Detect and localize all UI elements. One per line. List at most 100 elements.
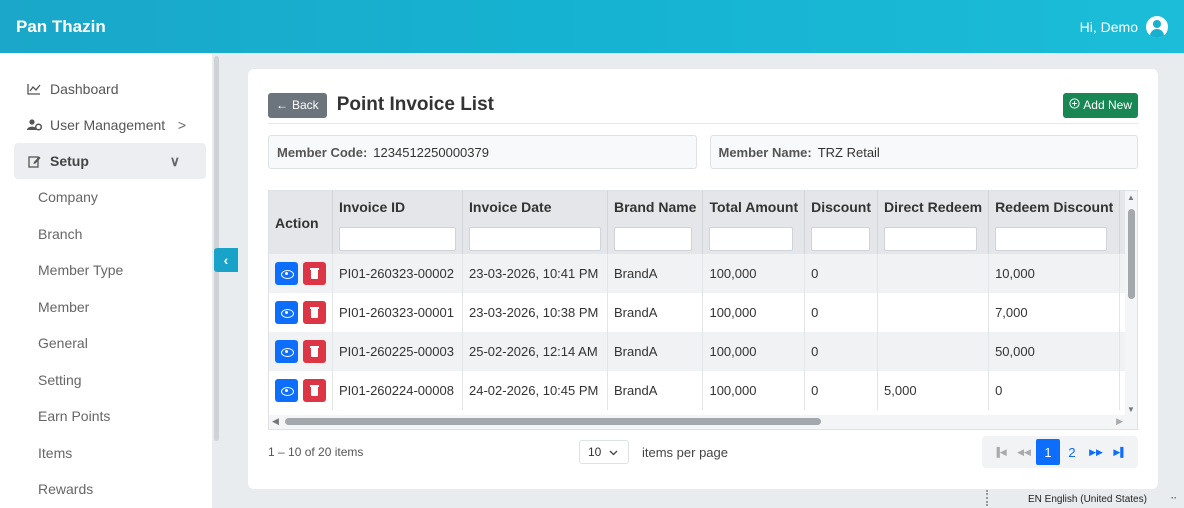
page-size-value: 10 bbox=[588, 445, 602, 459]
action-cell bbox=[269, 254, 333, 293]
filter-input-brand-name[interactable] bbox=[614, 227, 692, 251]
sidebar-subitem-company[interactable]: Company bbox=[0, 179, 212, 216]
filter-input-direct-redeem[interactable] bbox=[884, 227, 978, 251]
invoice-card: ← Back Point Invoice List Add New Member… bbox=[248, 69, 1158, 489]
sidebar-subitem-earn-points[interactable]: Earn Points bbox=[0, 398, 212, 435]
table-vertical-scrollbar[interactable]: ▲ ▼ bbox=[1125, 191, 1137, 416]
add-new-button[interactable]: Add New bbox=[1063, 92, 1138, 118]
table-row[interactable]: PI01-260225-00003 25-02-2026, 12:14 AM B… bbox=[269, 332, 1137, 371]
view-button[interactable] bbox=[275, 301, 298, 324]
cell-invoice-date: 24-02-2026, 10:45 PM bbox=[462, 371, 608, 410]
sidebar-item-label: Setup bbox=[50, 153, 89, 169]
column-header-discount[interactable]: Discount bbox=[804, 191, 879, 254]
first-page-icon[interactable]: ▐◀ bbox=[988, 439, 1012, 465]
cell-invoice-id: PI01-260323-00002 bbox=[332, 254, 463, 293]
filter-input-redeem-discount[interactable] bbox=[995, 227, 1108, 251]
cell-discount: 0 bbox=[804, 293, 879, 332]
table-row[interactable]: PI01-260224-00008 24-02-2026, 10:45 PM B… bbox=[269, 371, 1137, 410]
page-title: Point Invoice List bbox=[336, 94, 494, 115]
last-page-icon[interactable]: ▶▌ bbox=[1108, 439, 1132, 465]
edit-icon bbox=[26, 155, 42, 168]
sidebar-item-label: User Management bbox=[50, 117, 166, 133]
horizontal-scroll-thumb[interactable] bbox=[285, 418, 821, 425]
table-row[interactable]: PI01-260323-00002 23-03-2026, 10:41 PM B… bbox=[269, 254, 1137, 293]
scroll-down-icon[interactable]: ▼ bbox=[1127, 405, 1135, 414]
scroll-left-icon[interactable]: ◀ bbox=[272, 416, 279, 427]
column-header-invoice-date[interactable]: Invoice Date bbox=[462, 191, 608, 254]
column-header-total-amount[interactable]: Total Amount bbox=[702, 191, 806, 254]
sidebar-item-dashboard[interactable]: Dashboard bbox=[0, 71, 212, 107]
table-horizontal-scrollbar[interactable]: ◀ ▶ bbox=[269, 415, 1137, 429]
filter-input-total-amount[interactable] bbox=[709, 227, 794, 251]
sidebar-subitem-member[interactable]: Member bbox=[0, 289, 212, 326]
scroll-right-icon[interactable]: ▶ bbox=[1116, 416, 1123, 427]
next-pages-icon[interactable]: ▶▶ bbox=[1084, 439, 1108, 465]
cell-discount: 0 bbox=[804, 254, 879, 293]
delete-button[interactable] bbox=[303, 301, 326, 324]
column-label: Total Amount bbox=[709, 199, 799, 215]
back-button[interactable]: ← Back bbox=[268, 92, 327, 118]
member-name-field: Member Name: TRZ Retail bbox=[709, 135, 1138, 169]
column-header-direct-redeem[interactable]: Direct Redeem bbox=[877, 191, 990, 254]
resize-grip-icon: ⠒ bbox=[1170, 494, 1178, 505]
delete-button[interactable] bbox=[303, 379, 326, 402]
sidebar-subitem-rewards[interactable]: Rewards bbox=[0, 471, 212, 508]
previous-pages-icon[interactable]: ◀◀ bbox=[1012, 439, 1036, 465]
sidebar-subitem-setting[interactable]: Setting bbox=[0, 362, 212, 399]
view-button[interactable] bbox=[275, 262, 298, 285]
column-label: Invoice ID bbox=[339, 199, 406, 215]
delete-button[interactable] bbox=[303, 262, 326, 285]
cell-invoice-id: PI01-260323-00001 bbox=[332, 293, 463, 332]
cell-invoice-id: PI01-260225-00003 bbox=[332, 332, 463, 371]
member-info: Member Code: 1234512250000379 Member Nam… bbox=[268, 135, 1138, 169]
filter-input-invoice-date[interactable] bbox=[469, 227, 601, 251]
cell-brand-name: BrandA bbox=[607, 254, 704, 293]
sidebar-item-setup[interactable]: Setup ∨ bbox=[14, 143, 206, 179]
table-row[interactable]: PI01-260323-00001 23-03-2026, 10:38 PM B… bbox=[269, 293, 1137, 332]
sidebar-collapse-button[interactable]: ‹ bbox=[214, 248, 238, 272]
sidebar-subitem-member-type[interactable]: Member Type bbox=[0, 252, 212, 289]
cell-total-amount: 100,000 bbox=[702, 371, 806, 410]
cell-brand-name: BrandA bbox=[607, 371, 704, 410]
chevron-right-icon: > bbox=[177, 117, 186, 133]
cell-direct-redeem bbox=[877, 332, 990, 371]
sidebar-subitem-items[interactable]: Items bbox=[0, 435, 212, 472]
cell-brand-name: BrandA bbox=[607, 332, 704, 371]
cell-direct-redeem: 5,000 bbox=[877, 371, 990, 410]
language-indicator[interactable]: EN English (United States) bbox=[1028, 494, 1147, 505]
sidebar-subitem-general[interactable]: General bbox=[0, 325, 212, 362]
vertical-scroll-thumb[interactable] bbox=[1128, 209, 1135, 299]
plus-circle-icon bbox=[1069, 98, 1080, 112]
invoice-table: Action Invoice ID Invoice Date Brand Nam… bbox=[268, 190, 1138, 430]
sidebar-scrollbar[interactable] bbox=[214, 56, 220, 508]
page-button-1[interactable]: 1 bbox=[1036, 439, 1060, 465]
action-cell bbox=[269, 293, 333, 332]
cell-invoice-date: 23-03-2026, 10:38 PM bbox=[462, 293, 608, 332]
cell-redeem-discount: 50,000 bbox=[988, 332, 1121, 371]
column-header-brand-name[interactable]: Brand Name bbox=[607, 191, 704, 254]
add-new-label: Add New bbox=[1083, 98, 1132, 112]
delete-button[interactable] bbox=[303, 340, 326, 363]
cell-discount: 0 bbox=[804, 371, 879, 410]
column-header-redeem-discount[interactable]: Redeem Discount bbox=[988, 191, 1121, 254]
user-menu[interactable]: Hi, Demo bbox=[1079, 15, 1168, 38]
brand-name[interactable]: Pan Thazin bbox=[16, 17, 106, 37]
user-avatar-icon[interactable] bbox=[1146, 15, 1168, 38]
view-button[interactable] bbox=[275, 379, 298, 402]
action-cell bbox=[269, 371, 333, 410]
page-button-2[interactable]: 2 bbox=[1060, 439, 1084, 465]
cell-invoice-date: 25-02-2026, 12:14 AM bbox=[462, 332, 608, 371]
filter-input-invoice-id[interactable] bbox=[339, 227, 456, 251]
member-code-label: Member Code: bbox=[277, 144, 368, 160]
sidebar: Dashboard User Management > Setup ∨ Comp… bbox=[0, 53, 212, 508]
filter-input-discount[interactable] bbox=[811, 227, 871, 251]
user-greeting: Hi, Demo bbox=[1079, 18, 1138, 35]
view-button[interactable] bbox=[275, 340, 298, 363]
scroll-up-icon[interactable]: ▲ bbox=[1127, 193, 1135, 202]
column-header-invoice-id[interactable]: Invoice ID bbox=[332, 191, 463, 254]
column-label: Discount bbox=[811, 199, 872, 215]
cell-total-amount: 100,000 bbox=[702, 332, 806, 371]
sidebar-subitem-branch[interactable]: Branch bbox=[0, 216, 212, 253]
sidebar-item-user-management[interactable]: User Management > bbox=[0, 107, 212, 143]
page-size-select[interactable]: 10 bbox=[579, 440, 629, 464]
